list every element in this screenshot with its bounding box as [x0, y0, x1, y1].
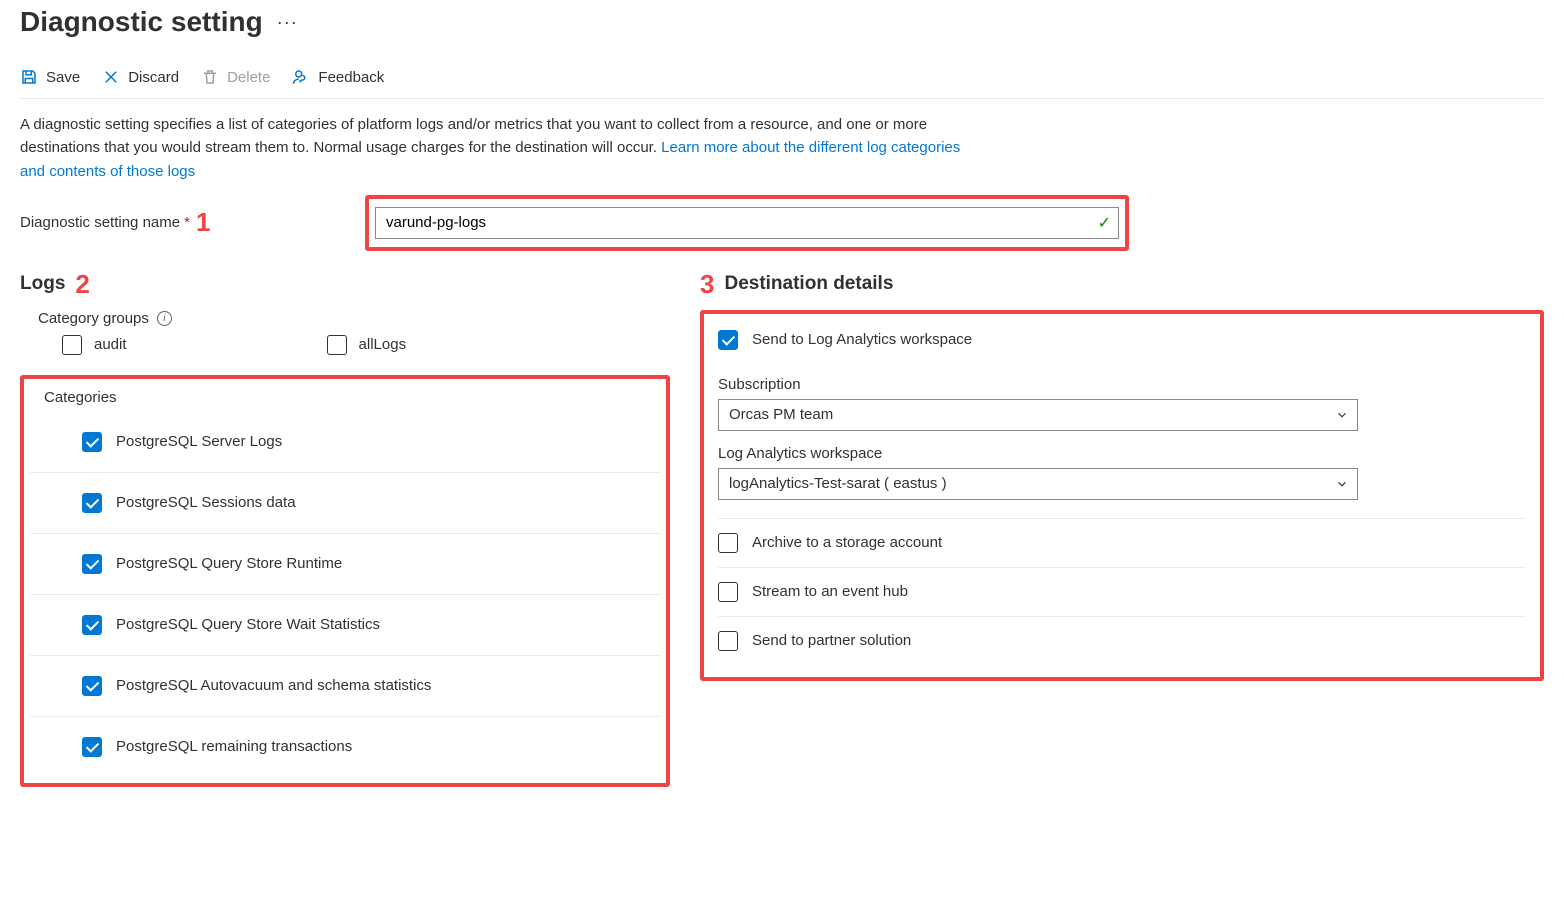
checkbox-alllogs[interactable]	[327, 335, 347, 355]
callout-1: 1	[196, 207, 210, 238]
logs-heading: Logs	[20, 273, 65, 295]
category-item: PostgreSQL Autovacuum and schema statist…	[30, 656, 660, 717]
save-button[interactable]: Save	[20, 68, 80, 86]
checkbox-category[interactable]	[82, 493, 102, 513]
category-item: PostgreSQL Query Store Runtime	[30, 534, 660, 595]
delete-label: Delete	[227, 69, 270, 86]
checkbox-category[interactable]	[82, 737, 102, 757]
chevron-down-icon	[1335, 477, 1349, 491]
page-title: Diagnostic setting	[20, 6, 263, 38]
callout-2: 2	[75, 269, 89, 300]
category-label: PostgreSQL Autovacuum and schema statist…	[116, 677, 431, 694]
category-label: PostgreSQL Sessions data	[116, 494, 296, 511]
category-item: PostgreSQL Query Store Wait Statistics	[30, 595, 660, 656]
callout-3: 3	[700, 269, 714, 300]
category-groups-label: Category groups i	[38, 310, 670, 327]
workspace-select[interactable]: logAnalytics-Test-sarat ( eastus )	[718, 468, 1358, 500]
checkbox-archive[interactable]	[718, 533, 738, 553]
label-partner: Send to partner solution	[752, 632, 911, 649]
label-stream: Stream to an event hub	[752, 583, 908, 600]
category-item: PostgreSQL remaining transactions	[30, 717, 660, 777]
checkbox-category[interactable]	[82, 432, 102, 452]
info-icon[interactable]: i	[157, 311, 172, 326]
save-icon	[20, 68, 38, 86]
category-item: PostgreSQL Server Logs	[30, 412, 660, 473]
category-label: PostgreSQL remaining transactions	[116, 738, 352, 755]
label-alllogs: allLogs	[359, 336, 407, 353]
workspace-value: logAnalytics-Test-sarat ( eastus )	[729, 475, 947, 492]
label-send-la: Send to Log Analytics workspace	[752, 331, 972, 348]
checkbox-send-la[interactable]	[718, 330, 738, 350]
label-archive: Archive to a storage account	[752, 534, 942, 551]
callout-box-1: ✓	[365, 195, 1129, 251]
label-audit: audit	[94, 336, 127, 353]
setting-name-input[interactable]	[375, 207, 1119, 239]
callout-box-3: Send to Log Analytics workspace Subscrip…	[700, 310, 1544, 681]
toolbar: Save Discard Delete Feedback	[20, 38, 1544, 99]
subscription-value: Orcas PM team	[729, 406, 833, 423]
checkbox-partner[interactable]	[718, 631, 738, 651]
category-label: PostgreSQL Server Logs	[116, 433, 282, 450]
subscription-label: Subscription	[718, 376, 1526, 393]
checkbox-audit[interactable]	[62, 335, 82, 355]
checkbox-stream[interactable]	[718, 582, 738, 602]
discard-button[interactable]: Discard	[102, 68, 179, 86]
setting-name-label: Diagnostic setting name * 1	[20, 207, 365, 238]
delete-button: Delete	[201, 68, 270, 86]
save-label: Save	[46, 69, 80, 86]
feedback-label: Feedback	[318, 69, 384, 86]
workspace-label: Log Analytics workspace	[718, 445, 1526, 462]
valid-check-icon: ✓	[1098, 213, 1111, 233]
required-asterisk: *	[184, 214, 190, 231]
more-menu-icon[interactable]: ···	[277, 12, 298, 33]
destination-heading: Destination details	[724, 273, 893, 295]
checkbox-category[interactable]	[82, 676, 102, 696]
category-label: PostgreSQL Query Store Wait Statistics	[116, 616, 380, 633]
feedback-icon	[292, 68, 310, 86]
close-icon	[102, 68, 120, 86]
checkbox-category[interactable]	[82, 554, 102, 574]
description-text: A diagnostic setting specifies a list of…	[20, 99, 980, 191]
callout-box-2: Categories PostgreSQL Server Logs Postgr…	[20, 375, 670, 787]
discard-label: Discard	[128, 69, 179, 86]
checkbox-category[interactable]	[82, 615, 102, 635]
chevron-down-icon	[1335, 408, 1349, 422]
feedback-button[interactable]: Feedback	[292, 68, 384, 86]
trash-icon	[201, 68, 219, 86]
categories-label: Categories	[44, 389, 660, 406]
subscription-select[interactable]: Orcas PM team	[718, 399, 1358, 431]
category-label: PostgreSQL Query Store Runtime	[116, 555, 342, 572]
category-item: PostgreSQL Sessions data	[30, 473, 660, 534]
